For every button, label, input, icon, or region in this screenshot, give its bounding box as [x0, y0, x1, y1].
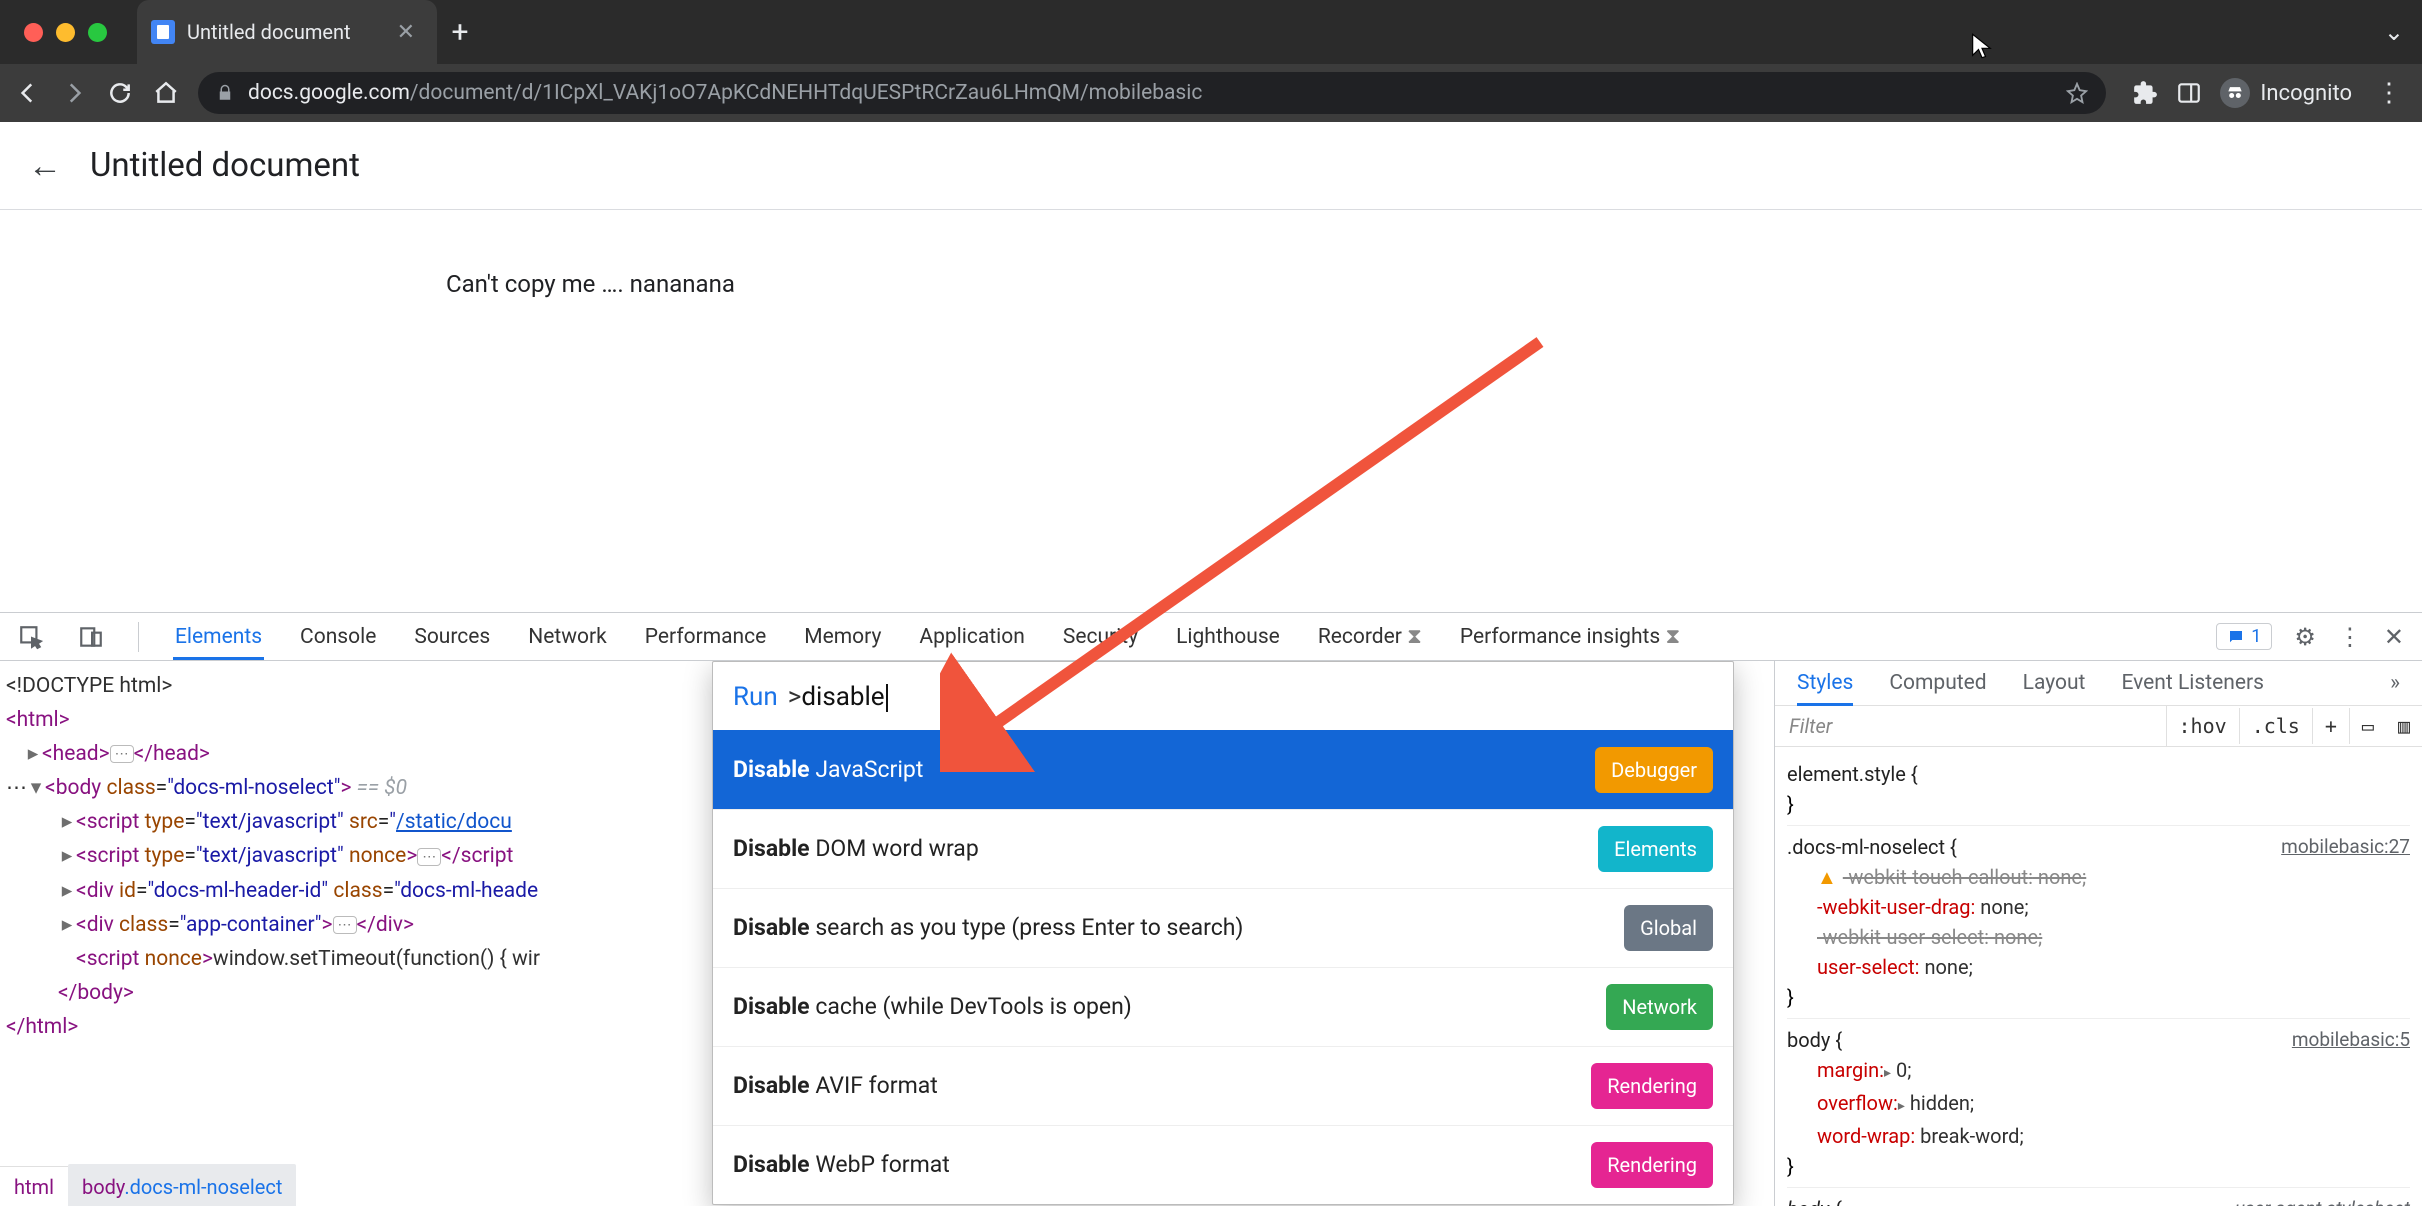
- command-palette: Run >disable Disable JavaScriptDebuggerD…: [712, 661, 1734, 1205]
- styles-toolbar: Filter :hov .cls + ▭ ▥: [1775, 706, 2422, 747]
- doc-header: ← Untitled document: [0, 122, 2422, 210]
- browser-toolbar: docs.google.com/document/d/1ICpXl_VAKj1o…: [0, 64, 2422, 122]
- window-controls: [0, 0, 127, 64]
- cls-button[interactable]: .cls: [2240, 708, 2313, 744]
- tab-title: Untitled document: [187, 20, 381, 44]
- tab-search-icon[interactable]: ⌄: [2384, 18, 2404, 46]
- address-bar[interactable]: docs.google.com/document/d/1ICpXl_VAKj1o…: [198, 72, 2106, 114]
- palette-item[interactable]: Disable WebP formatRendering: [713, 1125, 1733, 1204]
- style-rules[interactable]: element.style { } mobilebasic:27 .docs-m…: [1775, 747, 2422, 1206]
- devtools-menu-icon[interactable]: ⋮: [2338, 623, 2362, 651]
- devtools-tab-bar: Elements Console Sources Network Perform…: [0, 613, 2422, 661]
- url-path: /document/d/1ICpXl_VAKj1oO7ApKCdNEHHTdqU…: [410, 81, 1202, 105]
- side-panel-icon[interactable]: [2176, 80, 2202, 106]
- tab-security[interactable]: Security: [1061, 615, 1140, 659]
- styles-pane: Styles Computed Layout Event Listeners »…: [1774, 661, 2422, 1206]
- crumb-html[interactable]: html: [0, 1164, 68, 1206]
- tab-recorder[interactable]: Recorder ⧗: [1316, 615, 1424, 659]
- styles-filter-input[interactable]: Filter: [1775, 706, 2167, 746]
- incognito-label: Incognito: [2260, 81, 2352, 106]
- crumb-body[interactable]: body.docs-ml-noselect: [68, 1164, 296, 1206]
- device-toolbar-icon[interactable]: [78, 624, 104, 650]
- styles-tab-layout[interactable]: Layout: [2023, 671, 2086, 695]
- warning-icon: ▲: [1817, 865, 1837, 889]
- palette-item[interactable]: Disable DOM word wrapElements: [713, 809, 1733, 888]
- issues-badge[interactable]: 1: [2216, 623, 2272, 650]
- source-link[interactable]: mobilebasic:5: [2292, 1025, 2410, 1055]
- tab-network[interactable]: Network: [526, 615, 609, 659]
- palette-item[interactable]: Disable search as you type (press Enter …: [713, 888, 1733, 967]
- elements-breadcrumb: html body.docs-ml-noselect: [0, 1166, 296, 1206]
- palette-query: disable: [801, 682, 884, 712]
- forward-button[interactable]: [60, 79, 88, 107]
- styles-tab-bar: Styles Computed Layout Event Listeners »: [1775, 661, 2422, 706]
- palette-item[interactable]: Disable JavaScriptDebugger: [713, 730, 1733, 809]
- devtools-panel: Elements Console Sources Network Perform…: [0, 612, 2422, 1206]
- source-ua: user agent stylesheet: [2235, 1194, 2410, 1206]
- palette-run-label: Run: [733, 680, 778, 714]
- toggle-computed-icon[interactable]: ▥: [2386, 708, 2422, 744]
- browser-tab[interactable]: Untitled document ✕: [137, 0, 437, 64]
- close-window-button[interactable]: [24, 23, 43, 42]
- url-host: docs.google.com: [248, 81, 410, 105]
- tab-elements[interactable]: Elements: [173, 615, 264, 659]
- new-rule-button[interactable]: +: [2313, 708, 2350, 744]
- device-mode-icon[interactable]: ▭: [2350, 708, 2386, 744]
- browser-tab-strip: Untitled document ✕ + ⌄: [0, 0, 2422, 64]
- extensions-icon[interactable]: [2132, 80, 2158, 106]
- elements-tree[interactable]: <!DOCTYPE html> <html> ▸<head>⋯</head> ⋯…: [0, 661, 1774, 1206]
- settings-gear-icon[interactable]: ⚙: [2294, 623, 2316, 651]
- hov-button[interactable]: :hov: [2167, 708, 2240, 744]
- docs-favicon-icon: [151, 20, 175, 44]
- source-link[interactable]: mobilebasic:27: [2281, 832, 2410, 862]
- bookmark-star-icon[interactable]: [2066, 82, 2088, 104]
- palette-item[interactable]: Disable AVIF formatRendering: [713, 1046, 1733, 1125]
- styles-tab-listeners[interactable]: Event Listeners: [2121, 671, 2263, 695]
- document-body: Can't copy me …. nananana: [0, 210, 2422, 298]
- incognito-indicator[interactable]: Incognito: [2220, 78, 2352, 108]
- lock-icon: [216, 84, 234, 102]
- tab-application[interactable]: Application: [917, 615, 1026, 659]
- doc-text: Can't copy me …. nananana: [446, 270, 735, 298]
- tab-console[interactable]: Console: [298, 615, 378, 659]
- tab-memory[interactable]: Memory: [802, 615, 883, 659]
- tab-performance[interactable]: Performance: [643, 615, 768, 659]
- zoom-window-button[interactable]: [88, 23, 107, 42]
- close-tab-icon[interactable]: ✕: [393, 20, 419, 45]
- reload-button[interactable]: [106, 79, 134, 107]
- back-button[interactable]: [14, 79, 42, 107]
- close-devtools-icon[interactable]: ✕: [2384, 623, 2404, 651]
- page-title: Untitled document: [90, 146, 360, 185]
- rule-element-style[interactable]: element.style {: [1787, 759, 2410, 789]
- styles-tab-styles[interactable]: Styles: [1797, 671, 1853, 695]
- tab-perf-insights[interactable]: Performance insights ⧗: [1458, 615, 1682, 659]
- incognito-icon: [2220, 78, 2250, 108]
- tab-sources[interactable]: Sources: [412, 615, 492, 659]
- styles-more-tabs-icon[interactable]: »: [2390, 671, 2400, 695]
- new-tab-button[interactable]: +: [437, 0, 483, 64]
- command-palette-input[interactable]: Run >disable: [713, 662, 1733, 730]
- minimize-window-button[interactable]: [56, 23, 75, 42]
- inspect-element-icon[interactable]: [18, 624, 44, 650]
- tab-lighthouse[interactable]: Lighthouse: [1174, 615, 1282, 659]
- home-button[interactable]: [152, 79, 180, 107]
- chrome-menu-icon[interactable]: ⋮: [2370, 78, 2408, 108]
- text-cursor: [886, 684, 888, 712]
- back-arrow-icon[interactable]: ←: [28, 146, 62, 186]
- styles-tab-computed[interactable]: Computed: [1889, 671, 1986, 695]
- palette-item[interactable]: Disable cache (while DevTools is open)Ne…: [713, 967, 1733, 1046]
